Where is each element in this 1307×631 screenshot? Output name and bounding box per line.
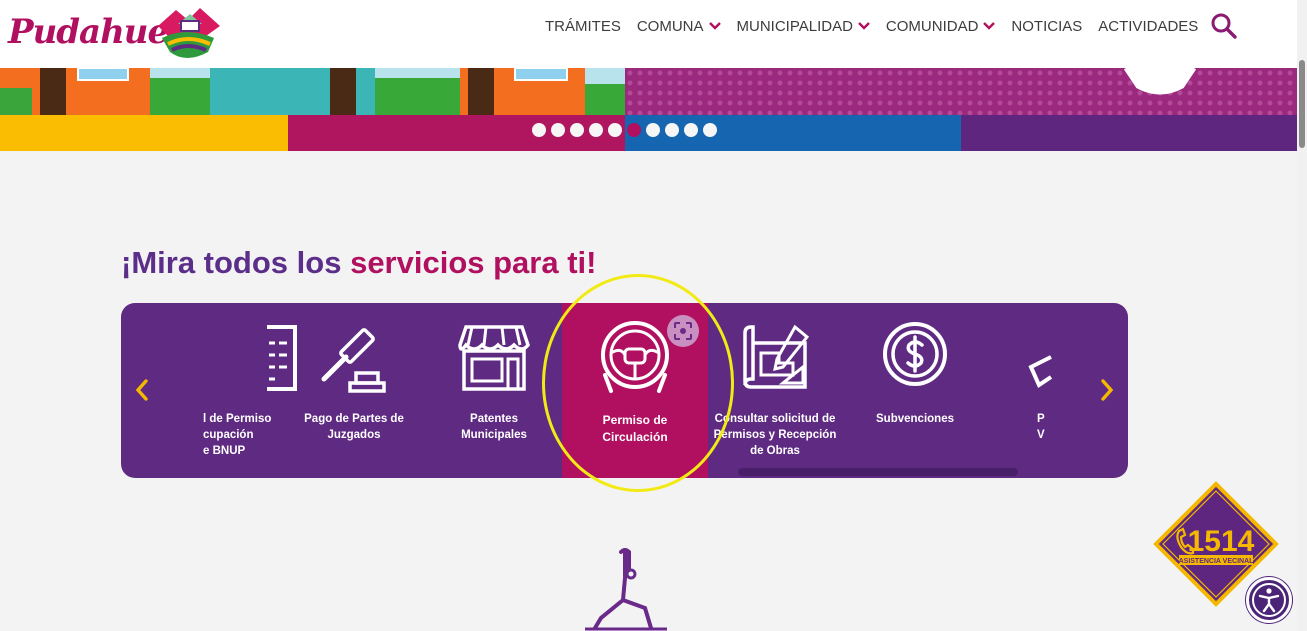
services-carousel: l de Permiso cupación e BNUP Pago de Par…: [121, 303, 1128, 478]
pudahuel-logo[interactable]: Pudahuel: [8, 6, 228, 64]
slider-dot[interactable]: [665, 123, 679, 137]
accessibility-button[interactable]: [1246, 577, 1292, 623]
slider-dot[interactable]: [532, 123, 546, 137]
heading-bold: servicios para ti!: [350, 245, 597, 280]
slider-dot[interactable]: [570, 123, 584, 137]
service-pago-partes[interactable]: Pago de Partes de Juzgados: [295, 303, 413, 478]
service-label: Patentes Municipales: [461, 413, 527, 441]
banner-color-bar: [961, 115, 1297, 151]
services-heading: ¡Mira todos los servicios para ti!: [121, 245, 596, 281]
slider-dot[interactable]: [589, 123, 603, 137]
storefront-icon: [458, 325, 530, 391]
chevron-down-icon: [858, 22, 870, 30]
page-scrollbar[interactable]: [1297, 0, 1307, 631]
scrollbar-thumb[interactable]: [1299, 60, 1305, 148]
service-label: l de Permiso cupación e BNUP: [203, 413, 272, 457]
banner-color-bar: [0, 115, 288, 151]
visual-search-badge[interactable]: [667, 315, 699, 347]
nav-label: COMUNIDAD: [885, 17, 979, 35]
main-nav: TRÁMITES COMUNA MUNICIPALIDAD COMUNIDAD …: [545, 17, 1214, 35]
slider-dots: [532, 123, 722, 137]
chevron-left-icon[interactable]: [134, 378, 150, 402]
service-consultar-permisos[interactable]: Consultar solicitud de Permisos y Recepc…: [713, 303, 837, 478]
service-label: Consultar solicitud de Permisos y Recepc…: [713, 413, 837, 457]
partial-service-icon: [1028, 355, 1053, 388]
nav-municipalidad[interactable]: MUNICIPALIDAD: [737, 18, 870, 35]
carousel-scroll-track[interactable]: [738, 468, 1018, 476]
hero-banner: [0, 68, 1297, 151]
site-header: Pudahuel TRÁMITES COMUNA MUNICIPALIDAD C…: [0, 0, 1297, 68]
service-permiso-ocupacion[interactable]: l de Permiso cupación e BNUP: [165, 303, 297, 478]
dollar-coin-icon: [883, 322, 947, 386]
logo-mark-icon: [158, 8, 220, 58]
emergency-caption: ASISTENCIA VECINAL: [1179, 558, 1255, 565]
service-label: Pago de Partes de Juzgados: [304, 413, 404, 441]
nav-comunidad[interactable]: COMUNIDAD: [886, 18, 996, 35]
nav-label: NOTICIAS: [1011, 17, 1083, 35]
banner-illustration: [0, 68, 625, 115]
emergency-number: 1514: [1188, 525, 1255, 558]
accessibility-icon: [1252, 583, 1286, 617]
service-patentes[interactable]: Patentes Municipales: [433, 303, 555, 478]
heading-plain: ¡Mira todos los: [121, 245, 351, 280]
chevron-down-icon: [983, 22, 996, 30]
service-subvenciones[interactable]: Subvenciones: [855, 303, 975, 478]
nav-tramites[interactable]: TRÁMITES: [545, 18, 621, 35]
nav-noticias[interactable]: NOTICIAS: [1011, 18, 1082, 35]
slider-dot[interactable]: [551, 123, 565, 137]
nav-label: ACTIVIDADES: [1098, 17, 1199, 35]
service-label: Permiso de Circulación: [602, 413, 668, 444]
speech-bubble-icon: [1123, 68, 1197, 95]
slider-dot[interactable]: [608, 123, 622, 137]
gavel-icon: [321, 328, 386, 393]
blueprint-icon: [743, 324, 810, 389]
nav-label: COMUNA: [636, 17, 704, 35]
service-label: Subvenciones: [876, 413, 954, 425]
service-label: P V: [1037, 413, 1045, 441]
slider-dot[interactable]: [684, 123, 698, 137]
nav-comuna[interactable]: COMUNA: [637, 18, 721, 35]
slider-dot[interactable]: [627, 123, 641, 137]
nav-label: MUNICIPALIDAD: [736, 17, 853, 35]
slider-dot[interactable]: [646, 123, 660, 137]
steering-wheel-icon: [601, 321, 669, 393]
service-partial[interactable]: P V: [1011, 303, 1081, 478]
document-list-icon: [267, 325, 297, 391]
search-icon[interactable]: [1210, 12, 1238, 40]
slider-dot[interactable]: [703, 123, 717, 137]
yoga-figure-icon: [585, 548, 667, 631]
lens-scan-icon: [674, 322, 692, 340]
nav-actividades[interactable]: ACTIVIDADES: [1098, 18, 1198, 35]
nav-label: TRÁMITES: [545, 17, 621, 35]
chevron-right-icon[interactable]: [1099, 378, 1115, 402]
chevron-down-icon: [708, 22, 721, 30]
